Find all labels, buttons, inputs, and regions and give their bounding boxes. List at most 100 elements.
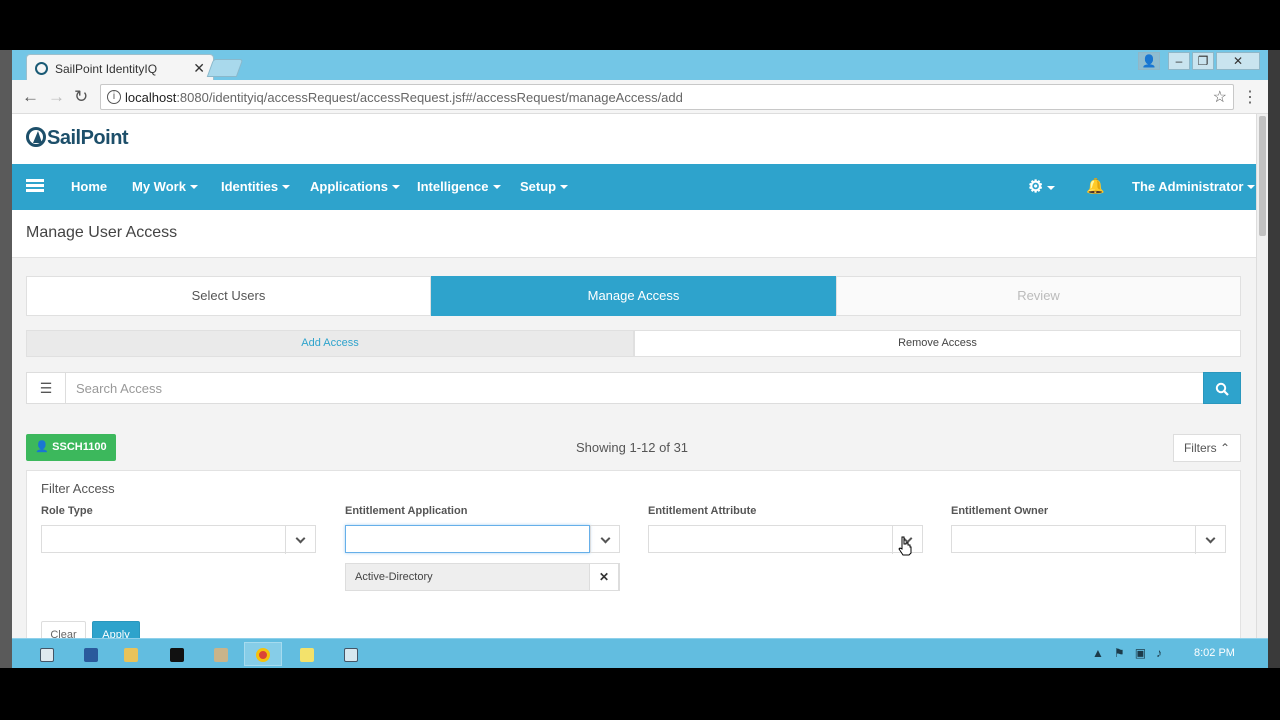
menu-hamburger-icon[interactable] <box>26 179 44 193</box>
selected-application-chip: Active-Directory ✕ <box>345 563 620 591</box>
entitlement-attribute-label: Entitlement Attribute <box>648 505 757 517</box>
taskbar-window-icon[interactable] <box>332 642 370 666</box>
profile-icon[interactable]: 👤 <box>1138 52 1160 70</box>
nav-applications-label: Applications <box>310 179 389 194</box>
nav-home[interactable]: Home <box>71 179 107 194</box>
tray-volume-icon[interactable]: ♪ <box>1156 646 1162 660</box>
filter-entitlement-attribute: Entitlement Attribute <box>648 505 923 554</box>
info-icon[interactable]: i <box>107 90 121 104</box>
user-menu-label: The Administrator <box>1132 179 1244 194</box>
chip-label: Active-Directory <box>355 571 433 583</box>
search-input[interactable] <box>65 372 1204 404</box>
taskbar-powershell-icon[interactable] <box>72 642 110 666</box>
search-button[interactable] <box>1203 372 1241 404</box>
access-subtabs: Add Access Remove Access <box>26 330 1241 357</box>
sailpoint-logo[interactable]: SailPoint <box>26 127 129 150</box>
top-navigation: Home My Work Identities Applications Int… <box>12 164 1256 210</box>
taskbar-explorer-icon[interactable] <box>112 642 150 666</box>
url-field[interactable]: i localhost:8080/identityiq/accessReques… <box>100 84 1234 110</box>
notifications-bell-icon[interactable]: 🔔 <box>1086 177 1105 195</box>
clear-filters-button[interactable]: Clear <box>41 621 86 638</box>
nav-applications[interactable]: Applications <box>310 179 401 194</box>
nav-my-work-label: My Work <box>132 179 186 194</box>
page-header: Manage User Access <box>12 210 1256 258</box>
nav-intelligence[interactable]: Intelligence <box>417 179 501 194</box>
desktop-edge-left <box>0 50 12 668</box>
filter-panel-title: Filter Access <box>41 481 115 496</box>
results-count: Showing 1-12 of 31 <box>576 440 689 455</box>
filter-entitlement-application: Entitlement Application Active-Directory… <box>345 505 620 591</box>
nav-setup[interactable]: Setup <box>520 179 569 194</box>
new-tab-button[interactable] <box>206 59 244 77</box>
taskbar-clock[interactable]: 8:02 PM <box>1194 647 1235 659</box>
bookmark-star-icon[interactable]: ☆ <box>1213 87 1227 107</box>
chevron-down-icon <box>1205 533 1216 544</box>
url-path: :8080/identityiq/accessRequest/accessReq… <box>176 90 683 105</box>
system-tray: ▲ ⚑ ▣ ♪ <box>1092 646 1162 660</box>
apply-filters-button[interactable]: Apply <box>92 621 140 638</box>
entitlement-owner-select[interactable] <box>951 525 1226 554</box>
caret-down-icon <box>392 185 401 189</box>
role-type-label: Role Type <box>41 505 93 517</box>
scrollbar-thumb[interactable] <box>1259 116 1266 236</box>
nav-identities[interactable]: Identities <box>221 179 291 194</box>
caret-down-icon <box>1247 185 1256 189</box>
screen: SailPoint IdentityIQ ✕ 👤 – ❐ ✕ ← → ↻ i l… <box>0 0 1280 720</box>
step-manage-access[interactable]: Manage Access <box>431 276 836 316</box>
taskbar-notes-icon[interactable] <box>288 642 326 666</box>
browser-tab[interactable]: SailPoint IdentityIQ ✕ <box>26 54 214 80</box>
caret-down-icon <box>1047 186 1056 190</box>
list-view-button[interactable]: ☰ <box>26 372 66 404</box>
search-row: ☰ <box>26 372 1241 404</box>
nav-home-label: Home <box>71 179 108 194</box>
entitlement-attribute-select[interactable] <box>648 525 923 554</box>
minimize-button[interactable]: – <box>1168 52 1190 70</box>
entitlement-owner-label: Entitlement Owner <box>951 505 1049 517</box>
taskbar-app-icon[interactable] <box>202 642 240 666</box>
settings-gear-icon[interactable]: ⚙ <box>1028 177 1056 197</box>
wizard-steps: Select Users Manage Access Review <box>26 276 1241 316</box>
step-select-users[interactable]: Select Users <box>26 276 431 316</box>
restore-button[interactable]: ❐ <box>1192 52 1214 70</box>
page-title: Manage User Access <box>26 224 178 241</box>
taskbar-cmd-icon[interactable] <box>158 642 196 666</box>
user-menu[interactable]: The Administrator <box>1132 179 1256 194</box>
user-icon: 👤 <box>35 441 50 453</box>
logo-text: SailPoint <box>47 127 129 149</box>
filters-toggle-button[interactable]: Filters ⌃ <box>1173 434 1241 462</box>
nav-my-work[interactable]: My Work <box>132 179 198 194</box>
tray-flag-icon[interactable]: ⚑ <box>1114 646 1125 660</box>
tray-expand-icon[interactable]: ▲ <box>1092 646 1104 660</box>
caret-down-icon <box>492 185 501 189</box>
entitlement-application-select[interactable] <box>345 525 620 553</box>
step-review[interactable]: Review <box>836 276 1241 316</box>
entitlement-application-dropdown-button[interactable] <box>590 525 620 553</box>
url-host: localhost <box>125 90 177 105</box>
close-window-button[interactable]: ✕ <box>1216 52 1260 70</box>
entitlement-owner-dropdown-button[interactable] <box>1195 526 1225 554</box>
tab-remove-access[interactable]: Remove Access <box>634 330 1241 357</box>
tray-network-icon[interactable]: ▣ <box>1135 646 1146 660</box>
chevron-up-icon: ⌃ <box>1219 441 1231 455</box>
url-text: localhost:8080/identityiq/accessRequest/… <box>125 90 683 105</box>
logo-bar: SailPoint <box>12 114 1256 164</box>
tab-title: SailPoint IdentityIQ <box>55 62 158 76</box>
remove-chip-icon[interactable]: ✕ <box>589 563 619 591</box>
selected-user-badge[interactable]: 👤 SSCH1100 <box>26 434 116 461</box>
entitlement-application-label: Entitlement Application <box>345 505 468 517</box>
caret-down-icon <box>282 185 291 189</box>
role-type-select[interactable] <box>41 525 316 554</box>
browser-menu-icon[interactable]: ⋮ <box>1242 87 1258 107</box>
role-type-dropdown-button[interactable] <box>285 526 315 554</box>
forward-arrow-icon[interactable]: → <box>48 87 65 107</box>
back-arrow-icon[interactable]: ← <box>22 87 39 107</box>
entitlement-application-input[interactable] <box>345 525 590 553</box>
taskbar-chrome-icon[interactable] <box>244 642 282 666</box>
reload-icon[interactable]: ↻ <box>74 87 88 107</box>
page-scrollbar[interactable] <box>1256 114 1268 638</box>
user-badge-label: SSCH1100 <box>52 441 107 453</box>
taskbar-server-manager-icon[interactable] <box>28 642 66 666</box>
sailpoint-favicon-icon <box>35 62 48 75</box>
tab-add-access[interactable]: Add Access <box>26 330 634 357</box>
tab-close-icon[interactable]: ✕ <box>193 60 205 77</box>
